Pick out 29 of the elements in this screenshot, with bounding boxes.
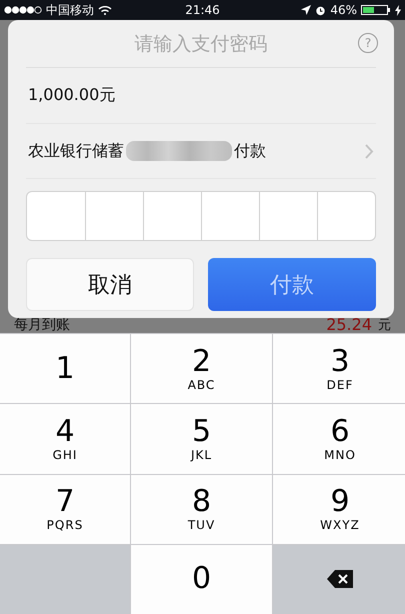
keypad-key[interactable]: 5 JKL	[131, 404, 272, 474]
alarm-icon	[315, 4, 326, 16]
chevron-icon	[365, 144, 374, 158]
signal-icon	[4, 6, 42, 14]
payment-amount: 1,000.00元	[28, 85, 116, 106]
battery-icon	[361, 5, 391, 15]
delete-icon	[327, 570, 353, 588]
keypad-key[interactable]: 2 ABC	[131, 334, 272, 404]
keypad-key[interactable]: 7 PQRS	[0, 474, 130, 544]
keypad-key[interactable]: 0	[131, 544, 272, 614]
battery-percent: 46%	[330, 3, 357, 17]
keypad-key[interactable]: 6 MNO	[273, 404, 405, 474]
keypad-key[interactable]: 4 GHI	[0, 404, 130, 474]
location-icon	[301, 5, 312, 15]
keypad-key[interactable]: 3 DEF	[273, 334, 405, 404]
cancel-button[interactable]: 取消	[26, 258, 194, 311]
keypad-key[interactable]: 1	[0, 334, 130, 404]
wifi-icon	[98, 5, 112, 15]
password-field[interactable]	[26, 191, 376, 241]
payment-method-row[interactable]: 农业银行储蓄 付款	[26, 124, 376, 179]
charging-icon	[395, 4, 401, 16]
dialog-title: 请输入支付密码	[134, 32, 268, 56]
keypad-key[interactable]: 8 TUV	[131, 474, 272, 544]
keypad-key[interactable]: 9 WXYZ	[273, 474, 405, 544]
carrier-name: 中国移动	[46, 3, 94, 17]
status-time: 21:46	[185, 3, 220, 17]
monthly-label: 每月到账	[14, 317, 70, 333]
monthly-amount: 25.24	[326, 316, 372, 333]
amount-unit: 元	[378, 318, 391, 333]
